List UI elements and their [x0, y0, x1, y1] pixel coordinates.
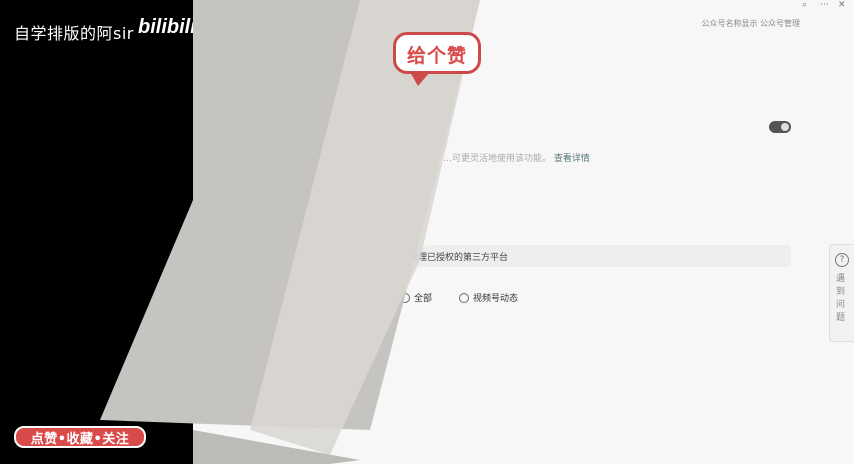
- top-caption: 公众号名称显示 公众号管理: [701, 19, 800, 28]
- close-icon[interactable]: ✕: [838, 0, 846, 10]
- option-channels-feed[interactable]: 视频号动态: [459, 291, 518, 304]
- like-speech-bubble: 给个赞: [393, 32, 481, 86]
- help-panel[interactable]: ? 遇到问题: [829, 244, 854, 342]
- search-icon[interactable]: ⌕: [802, 0, 810, 10]
- like-collect-follow-button[interactable]: 点赞•收藏•关注: [14, 426, 146, 448]
- option-label: 视频号动态: [473, 294, 519, 304]
- back-icon[interactable]: [213, 36, 229, 60]
- radio-icon: [459, 292, 469, 303]
- option-label: 全部: [414, 294, 433, 304]
- menu-icon[interactable]: ⋯: [820, 0, 829, 10]
- third-party-platform-row[interactable]: 管理已授权的第三方平台: [405, 245, 791, 267]
- option-all[interactable]: 全部: [400, 291, 432, 304]
- feature-toggle[interactable]: [769, 121, 791, 133]
- question-icon: ?: [835, 253, 849, 267]
- video-left-panel: [0, 0, 193, 464]
- platform-row-label: 管理已授权的第三方平台: [409, 253, 509, 263]
- status-time: 13:13: [219, 0, 260, 12]
- description-text: …可更灵活地使用该功能。: [443, 154, 552, 164]
- details-link[interactable]: 查看详情: [554, 154, 590, 164]
- like-text: 给个赞: [406, 45, 467, 67]
- toolbar-icons: ⌕ ⋯ ✕: [802, 0, 846, 10]
- help-label: 遇到问题: [836, 274, 846, 323]
- channel-title: 自学排版的阿sir: [14, 24, 134, 43]
- radio-icon: [400, 292, 410, 303]
- feature-description: …可更灵活地使用该功能。 查看详情: [443, 151, 590, 164]
- phone-screen: 13:13 公众号名称显示 公众号管理 ⌕ ⋯ ✕ …可更灵活地使用该功能。 查…: [193, 0, 854, 464]
- bilibili-logo: bilibili: [138, 16, 196, 38]
